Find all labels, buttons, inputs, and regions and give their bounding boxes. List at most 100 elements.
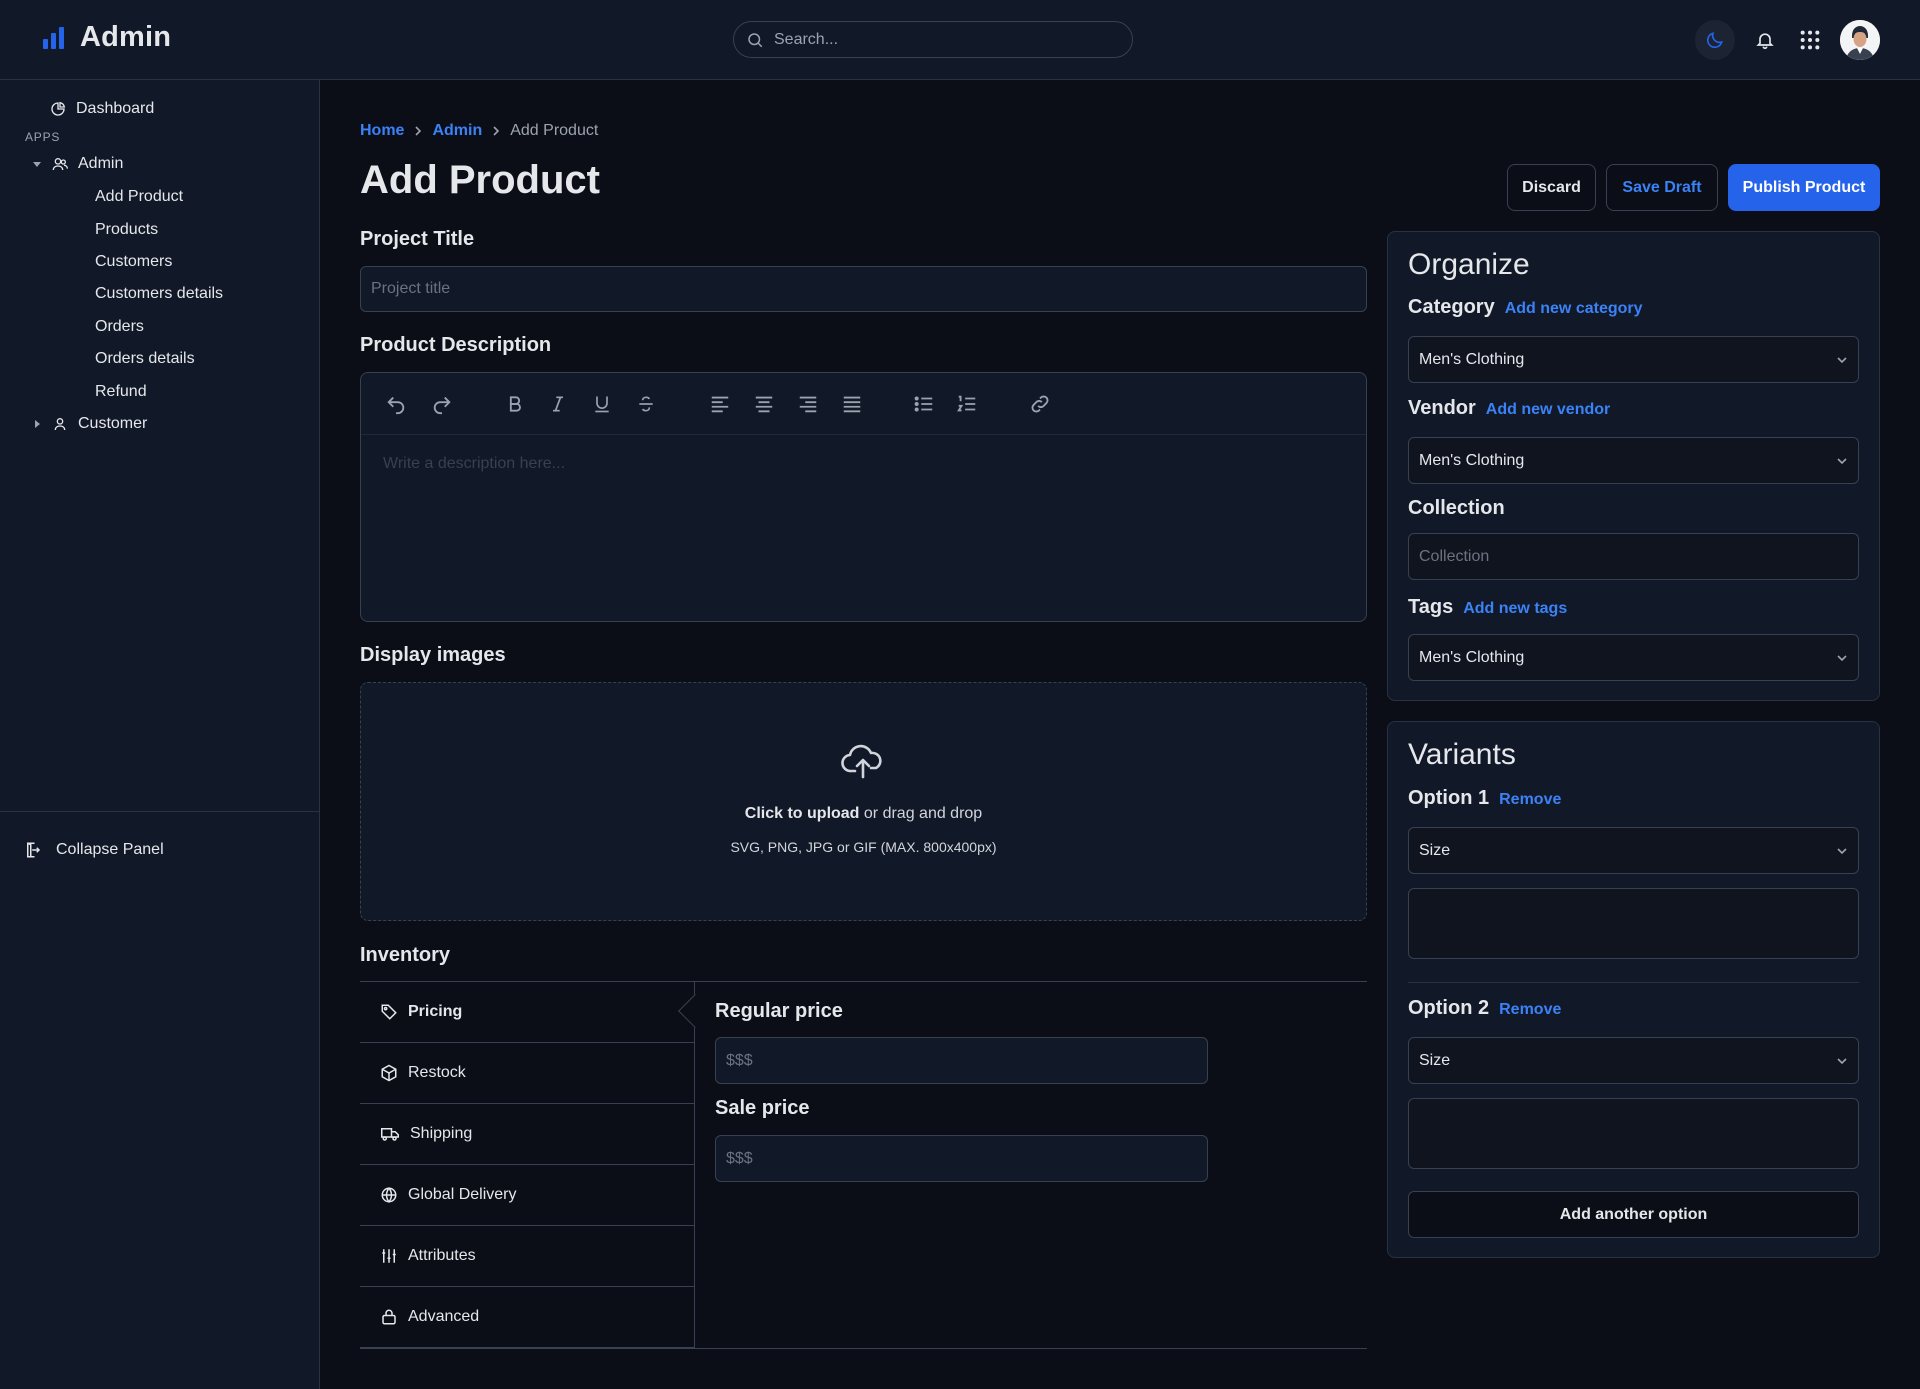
display-images-label: Display images — [360, 644, 506, 666]
sidebar-item-add-product[interactable]: Add Product — [95, 188, 183, 206]
breadcrumb-admin[interactable]: Admin — [432, 122, 482, 140]
save-draft-button[interactable]: Save Draft — [1606, 164, 1718, 211]
regular-price-field — [715, 1037, 1208, 1084]
globe-icon — [380, 1186, 398, 1204]
sidebar-item-dashboard[interactable]: Dashboard — [50, 100, 154, 118]
sale-price-input[interactable] — [716, 1136, 1207, 1181]
chevron-down-icon — [1836, 845, 1848, 857]
sidebar-item-orders[interactable]: Orders — [95, 318, 144, 336]
undo-icon[interactable] — [383, 391, 409, 417]
link-icon[interactable] — [1027, 391, 1053, 417]
sidebar-item-admin[interactable]: Admin — [32, 155, 123, 173]
image-dropzone[interactable]: Click to upload or drag and drop SVG, PN… — [360, 682, 1367, 921]
project-title-label: Project Title — [360, 228, 475, 250]
caret-down-icon — [32, 159, 42, 169]
add-another-option-button[interactable]: Add another option — [1408, 1191, 1859, 1238]
discard-button[interactable]: Discard — [1507, 164, 1596, 211]
category-value: Men's Clothing — [1419, 350, 1525, 368]
tab-label: Attributes — [408, 1247, 476, 1264]
sidebar-item-customers-details[interactable]: Customers details — [95, 285, 223, 303]
align-right-icon[interactable] — [795, 391, 821, 417]
apps-button[interactable] — [1790, 20, 1830, 60]
option1-select[interactable]: Size — [1408, 827, 1859, 874]
top-bar: Admin — [0, 0, 1920, 80]
vendor-value: Men's Clothing — [1419, 451, 1525, 469]
sidebar-item-products[interactable]: Products — [95, 221, 158, 239]
sidebar-item-refund[interactable]: Refund — [95, 383, 147, 401]
remove-option1-link[interactable]: Remove — [1499, 791, 1561, 809]
add-new-vendor-link[interactable]: Add new vendor — [1486, 401, 1610, 419]
lock-icon — [380, 1308, 398, 1326]
upload-text: Click to upload or drag and drop — [361, 805, 1366, 823]
caret-right-icon — [32, 419, 42, 429]
tab-label: Shipping — [410, 1125, 473, 1142]
dark-mode-toggle[interactable] — [1695, 20, 1735, 60]
upload-link[interactable]: Click to upload — [745, 805, 860, 822]
sidebar-item-customer[interactable]: Customer — [32, 415, 147, 433]
strikethrough-icon[interactable] — [633, 391, 659, 417]
align-justify-icon[interactable] — [839, 391, 865, 417]
sale-price-label: Sale price — [715, 1097, 810, 1119]
bell-icon — [1755, 30, 1775, 50]
sliders-icon — [380, 1247, 398, 1265]
tab-pricing[interactable]: Pricing — [360, 982, 695, 1043]
project-title-field — [360, 266, 1367, 312]
search-input[interactable] — [774, 30, 1104, 49]
bullet-list-icon[interactable] — [911, 391, 937, 417]
align-left-icon[interactable] — [707, 391, 733, 417]
tags-select[interactable]: Men's Clothing — [1408, 634, 1859, 681]
chevron-down-icon — [1836, 1055, 1848, 1067]
category-select[interactable]: Men's Clothing — [1408, 336, 1859, 383]
search-box[interactable] — [733, 21, 1133, 58]
tag-icon — [380, 1003, 398, 1021]
brand[interactable]: Admin — [42, 21, 171, 54]
align-center-icon[interactable] — [751, 391, 777, 417]
collection-field — [1408, 533, 1859, 580]
collapse-panel-button[interactable]: Collapse Panel — [24, 840, 164, 860]
bold-icon[interactable] — [502, 391, 528, 417]
sidebar-item-orders-details[interactable]: Orders details — [95, 350, 195, 368]
organize-title: Organize — [1408, 248, 1530, 281]
vendor-label: Vendor — [1408, 397, 1476, 419]
upload-hint: SVG, PNG, JPG or GIF (MAX. 800x400px) — [730, 839, 997, 855]
option1-values-input[interactable] — [1408, 888, 1859, 959]
tab-global-delivery[interactable]: Global Delivery — [360, 1165, 695, 1226]
add-new-tags-link[interactable]: Add new tags — [1463, 600, 1567, 618]
italic-icon[interactable] — [545, 391, 571, 417]
bar-chart-logo-icon — [42, 26, 66, 50]
redo-icon[interactable] — [429, 391, 455, 417]
collection-label: Collection — [1408, 497, 1505, 519]
tab-attributes[interactable]: Attributes — [360, 1226, 695, 1287]
underline-icon[interactable] — [589, 391, 615, 417]
cloud-upload-icon — [841, 741, 885, 781]
tags-header: Tags Add new tags — [1408, 596, 1567, 619]
moon-icon — [1705, 30, 1725, 50]
option2-values-input[interactable] — [1408, 1098, 1859, 1169]
publish-product-button[interactable]: Publish Product — [1728, 164, 1880, 211]
chevron-down-icon — [1836, 455, 1848, 467]
regular-price-label: Regular price — [715, 1000, 843, 1022]
project-title-input[interactable] — [361, 267, 1366, 311]
breadcrumb-current: Add Product — [510, 122, 599, 139]
notifications-button[interactable] — [1745, 20, 1785, 60]
user-avatar[interactable] — [1840, 20, 1880, 60]
sidebar-item-customers[interactable]: Customers — [95, 253, 172, 271]
option1-header: Option 1 Remove — [1408, 787, 1561, 810]
tab-shipping[interactable]: Shipping — [360, 1104, 695, 1165]
editor-placeholder[interactable]: Write a description here... — [383, 455, 565, 473]
tab-restock[interactable]: Restock — [360, 1043, 695, 1104]
sidebar: Dashboard APPS Admin Add Product Product… — [0, 80, 320, 1389]
collapse-panel-icon — [24, 840, 42, 860]
collapse-panel-label: Collapse Panel — [56, 841, 164, 858]
tab-advanced[interactable]: Advanced — [360, 1287, 695, 1348]
page-title: Add Product — [360, 158, 600, 202]
breadcrumb-home[interactable]: Home — [360, 122, 404, 140]
upload-text-rest: or drag and drop — [859, 805, 983, 822]
vendor-select[interactable]: Men's Clothing — [1408, 437, 1859, 484]
remove-option2-link[interactable]: Remove — [1499, 1001, 1561, 1019]
option2-select[interactable]: Size — [1408, 1037, 1859, 1084]
regular-price-input[interactable] — [716, 1038, 1207, 1083]
add-new-category-link[interactable]: Add new category — [1505, 300, 1643, 318]
numbered-list-icon[interactable] — [954, 391, 980, 417]
collection-input[interactable] — [1409, 534, 1858, 579]
